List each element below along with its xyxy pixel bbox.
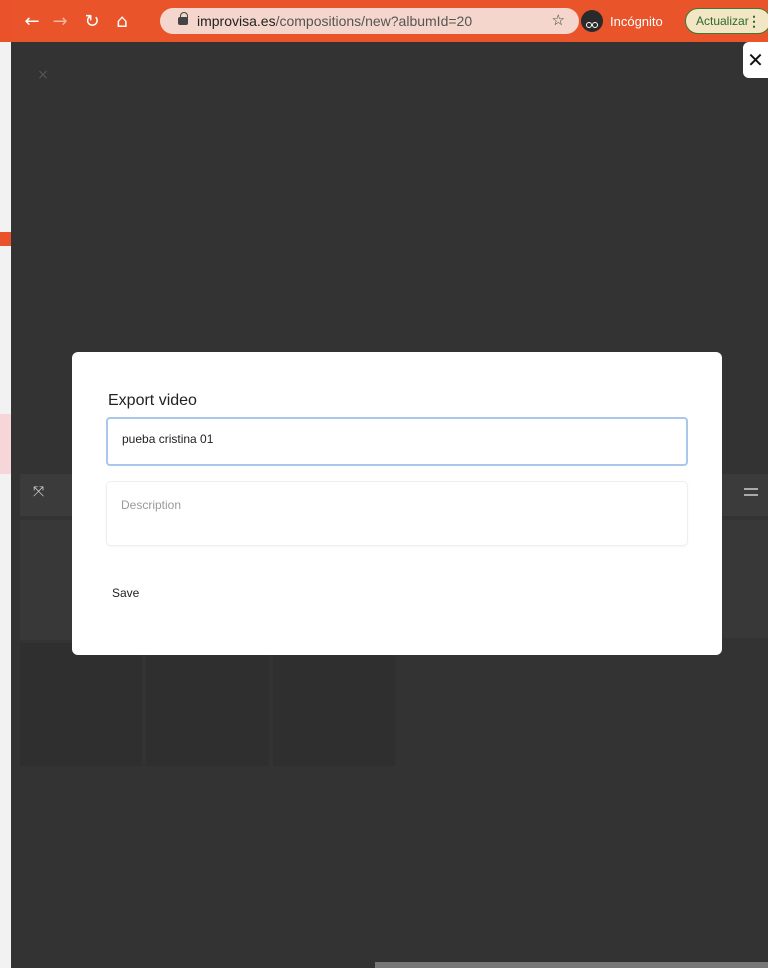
close-panel-icon[interactable]: ✕ [743, 42, 768, 78]
description-input[interactable] [121, 498, 661, 534]
update-label: Actualizar [696, 14, 749, 28]
description-field-wrapper [107, 482, 687, 545]
url-path: /compositions/new?albumId=20 [275, 13, 473, 29]
more-menu-icon[interactable]: ⋮ [747, 13, 761, 30]
background-accent [0, 232, 11, 246]
media-thumbnail[interactable] [146, 643, 269, 766]
home-icon[interactable]: ⌂ [109, 6, 135, 36]
browser-toolbar: ← → ↻ ⌂ improvisa.es/compositions/new?al… [11, 0, 768, 42]
expand-icon[interactable]: ⤧ [33, 484, 44, 500]
screen: ← → ↻ ⌂ improvisa.es/compositions/new?al… [0, 0, 768, 968]
background-accent [0, 0, 11, 42]
incognito-indicator[interactable]: Incógnito [581, 8, 682, 34]
media-thumbnail[interactable] [20, 643, 142, 766]
save-button[interactable]: Save [112, 582, 139, 604]
menu-icon[interactable] [744, 488, 758, 496]
title-input[interactable] [122, 432, 662, 446]
export-video-dialog: Export video Save [72, 352, 722, 655]
close-icon[interactable]: × [16, 48, 70, 102]
incognito-label: Incógnito [610, 13, 663, 29]
dialog-title: Export video [108, 392, 197, 409]
media-thumbnail[interactable] [273, 643, 395, 766]
title-field-wrapper [106, 417, 688, 466]
bookmark-star-icon[interactable]: ☆ [552, 11, 565, 29]
back-icon[interactable]: ← [19, 6, 45, 36]
forward-icon[interactable]: → [47, 6, 73, 36]
url-text: improvisa.es/compositions/new?albumId=20 [197, 13, 472, 29]
lock-icon [178, 12, 188, 25]
background-accent [0, 414, 11, 474]
horizontal-scrollbar[interactable] [375, 962, 768, 968]
incognito-icon [581, 10, 603, 32]
reload-icon[interactable]: ↻ [79, 6, 105, 36]
update-button[interactable]: Actualizar ⋮ [685, 8, 768, 34]
address-bar[interactable]: improvisa.es/compositions/new?albumId=20… [160, 8, 579, 34]
background-page-strip [0, 0, 11, 968]
url-host: improvisa.es [197, 13, 276, 29]
